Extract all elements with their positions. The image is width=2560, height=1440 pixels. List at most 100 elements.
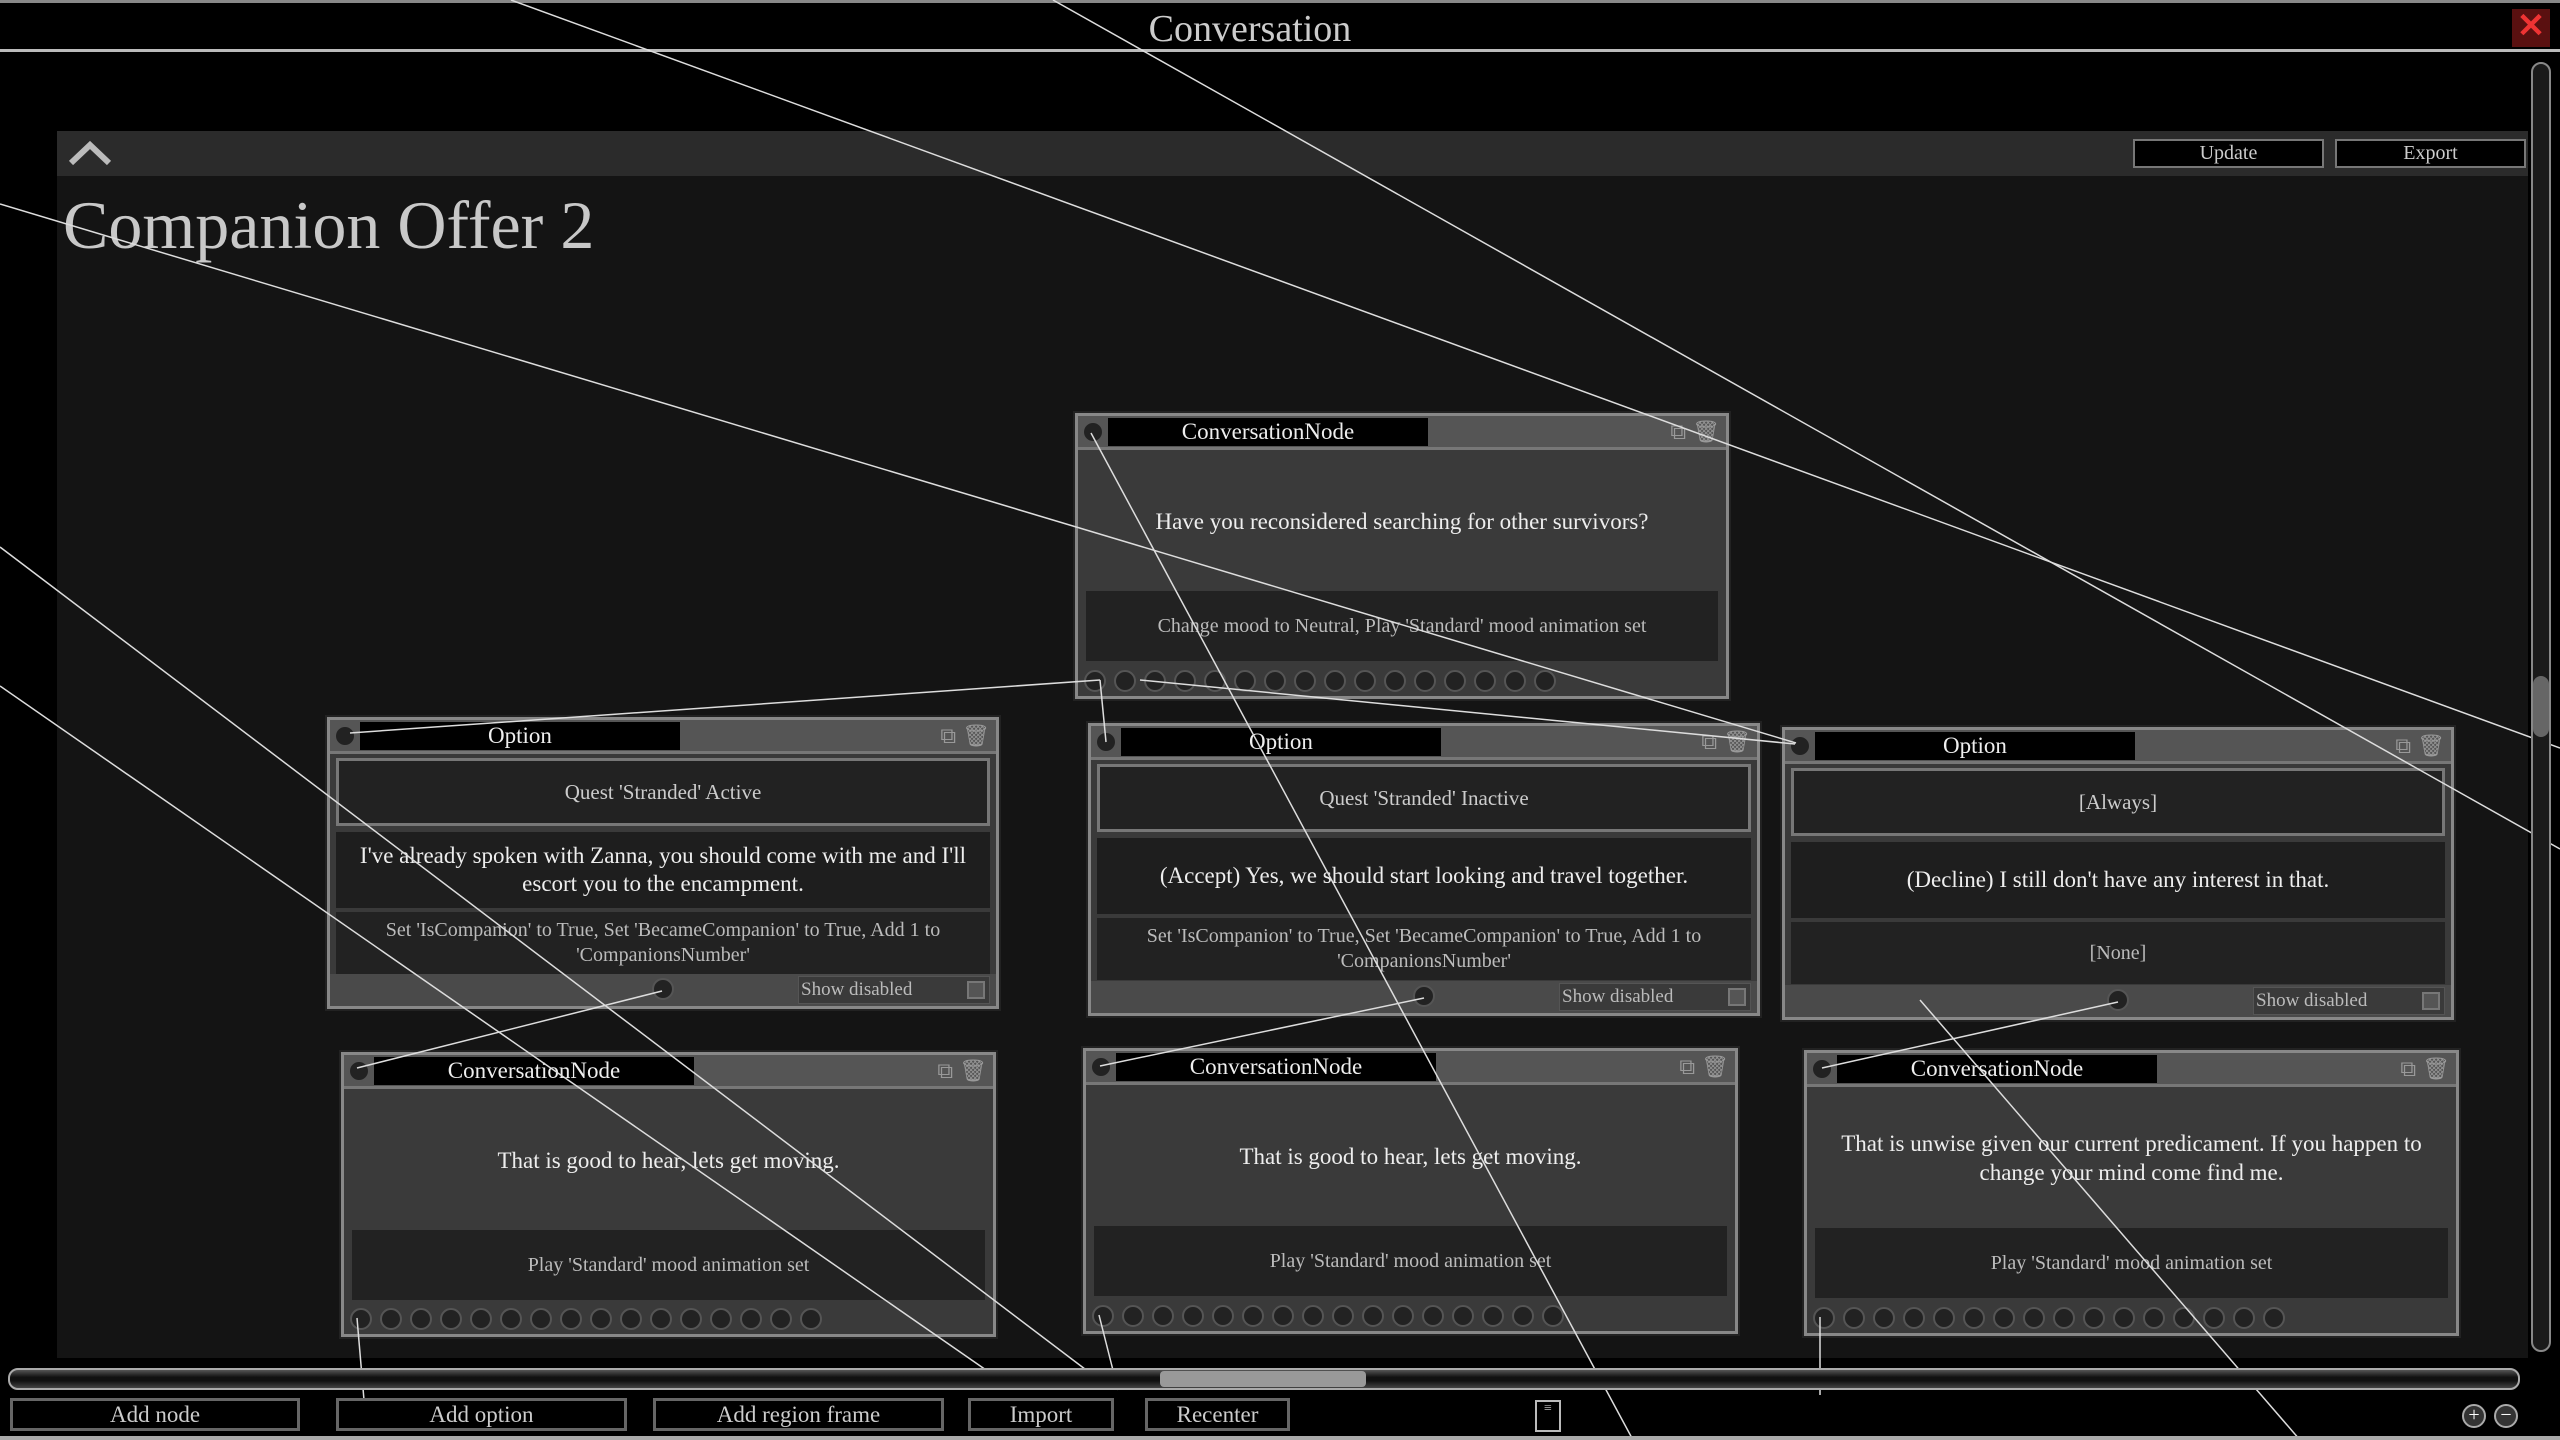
show-disabled-toggle[interactable]: Show disabled: [2253, 987, 2445, 1015]
output-connector[interactable]: [1174, 670, 1196, 692]
copy-icon[interactable]: ⧉: [2400, 1056, 2416, 1081]
trash-icon[interactable]: 🗑: [2422, 1056, 2450, 1081]
output-connector[interactable]: [1182, 1305, 1204, 1327]
copy-icon[interactable]: ⧉: [1679, 1054, 1695, 1079]
output-connector[interactable]: [1272, 1305, 1294, 1327]
copy-icon[interactable]: ⧉: [1701, 729, 1717, 754]
show-disabled-toggle[interactable]: Show disabled: [1559, 983, 1751, 1011]
horizontal-scroll-thumb[interactable]: [1160, 1371, 1366, 1387]
close-icon[interactable]: ✕: [2512, 9, 2550, 47]
add-option-button[interactable]: Add option: [336, 1398, 627, 1431]
option-condition[interactable]: Quest 'Stranded' Inactive: [1097, 764, 1751, 832]
node-effect[interactable]: Play 'Standard' mood animation set: [352, 1230, 985, 1300]
copy-icon[interactable]: ⧉: [940, 723, 956, 748]
option-effect[interactable]: [None]: [1791, 922, 2445, 984]
input-connector[interactable]: [1090, 1056, 1112, 1078]
trash-icon[interactable]: 🗑: [959, 1058, 987, 1083]
node-header[interactable]: Option⧉🗑: [1785, 730, 2451, 764]
output-connector[interactable]: [1294, 670, 1316, 692]
copy-icon[interactable]: ⧉: [2395, 733, 2411, 758]
option-node[interactable]: Option⧉🗑Quest 'Stranded' Inactive(Accept…: [1088, 723, 1760, 1016]
output-connector[interactable]: [1542, 1305, 1564, 1327]
output-connector[interactable]: [2203, 1307, 2225, 1329]
output-connector[interactable]: [1993, 1307, 2015, 1329]
horizontal-scrollbar[interactable]: [8, 1368, 2520, 1390]
output-connector[interactable]: [1512, 1305, 1534, 1327]
output-connector[interactable]: [1362, 1305, 1384, 1327]
conversation-node[interactable]: ConversationNode⧉🗑That is good to hear, …: [341, 1052, 996, 1337]
show-disabled-toggle[interactable]: Show disabled: [798, 976, 990, 1004]
output-connector[interactable]: [470, 1308, 492, 1330]
output-connector[interactable]: [1204, 670, 1226, 692]
zoom-in-button[interactable]: +: [2462, 1404, 2486, 1428]
output-connector[interactable]: [1302, 1305, 1324, 1327]
copy-icon[interactable]: ⧉: [937, 1058, 953, 1083]
input-connector[interactable]: [334, 725, 356, 747]
conversation-node[interactable]: ConversationNode⧉🗑Have you reconsidered …: [1075, 413, 1729, 699]
conversation-node[interactable]: ConversationNode⧉🗑That is unwise given o…: [1804, 1050, 2459, 1336]
input-connector[interactable]: [1811, 1058, 1833, 1080]
output-connector[interactable]: [800, 1308, 822, 1330]
option-effect[interactable]: Set 'IsCompanion' to True, Set 'BecameCo…: [336, 912, 990, 974]
output-connector[interactable]: [350, 1308, 372, 1330]
output-connector[interactable]: [500, 1308, 522, 1330]
node-text[interactable]: That is good to hear, lets get moving.: [344, 1092, 993, 1230]
node-text[interactable]: That is good to hear, lets get moving.: [1086, 1088, 1735, 1226]
output-connector[interactable]: [2233, 1307, 2255, 1329]
output-connector[interactable]: [1534, 670, 1556, 692]
import-button[interactable]: Import: [968, 1398, 1114, 1431]
show-disabled-checkbox[interactable]: [2422, 992, 2440, 1010]
option-text[interactable]: (Decline) I still don't have any interes…: [1791, 842, 2445, 918]
update-button[interactable]: Update: [2133, 139, 2324, 168]
output-connector[interactable]: [440, 1308, 462, 1330]
input-connector[interactable]: [348, 1060, 370, 1082]
output-connector[interactable]: [1843, 1307, 1865, 1329]
option-text[interactable]: I've already spoken with Zanna, you shou…: [336, 832, 990, 908]
output-connector[interactable]: [2263, 1307, 2285, 1329]
trash-icon[interactable]: 🗑: [1692, 419, 1720, 444]
output-connector[interactable]: [2023, 1307, 2045, 1329]
node-header[interactable]: ConversationNode⧉🗑: [1807, 1053, 2456, 1087]
node-header[interactable]: Option⧉🗑: [330, 720, 996, 754]
output-connector[interactable]: [560, 1308, 582, 1330]
output-connector[interactable]: [1332, 1305, 1354, 1327]
input-connector[interactable]: [1095, 731, 1117, 753]
export-button[interactable]: Export: [2335, 139, 2526, 168]
output-connector[interactable]: [2113, 1307, 2135, 1329]
output-connector[interactable]: [1092, 1305, 1114, 1327]
output-connector[interactable]: [1084, 670, 1106, 692]
node-effect[interactable]: Change mood to Neutral, Play 'Standard' …: [1086, 591, 1718, 661]
add-node-button[interactable]: Add node: [10, 1398, 300, 1431]
recenter-button[interactable]: Recenter: [1145, 1398, 1290, 1431]
node-header[interactable]: Option⧉🗑: [1091, 726, 1757, 760]
output-connector[interactable]: [1422, 1305, 1444, 1327]
output-connector[interactable]: [590, 1308, 612, 1330]
output-connector[interactable]: [1933, 1307, 1955, 1329]
output-connector[interactable]: [652, 978, 674, 1000]
output-connector[interactable]: [380, 1308, 402, 1330]
output-connector[interactable]: [1413, 985, 1435, 1007]
output-connector[interactable]: [1474, 670, 1496, 692]
output-connector[interactable]: [1264, 670, 1286, 692]
output-connector[interactable]: [680, 1308, 702, 1330]
output-connector[interactable]: [2173, 1307, 2195, 1329]
output-connector[interactable]: [650, 1308, 672, 1330]
output-connector[interactable]: [1242, 1305, 1264, 1327]
conversation-node[interactable]: ConversationNode⧉🗑That is good to hear, …: [1083, 1048, 1738, 1334]
option-condition[interactable]: [Always]: [1791, 768, 2445, 836]
output-connector[interactable]: [2107, 989, 2129, 1011]
output-connector[interactable]: [1452, 1305, 1474, 1327]
output-connector[interactable]: [620, 1308, 642, 1330]
document-icon[interactable]: ≡: [1535, 1400, 1561, 1432]
vertical-scroll-thumb[interactable]: [2533, 676, 2549, 737]
show-disabled-checkbox[interactable]: [1728, 988, 1746, 1006]
output-connector[interactable]: [1354, 670, 1376, 692]
node-text[interactable]: Have you reconsidered searching for othe…: [1078, 453, 1726, 591]
input-connector[interactable]: [1789, 735, 1811, 757]
output-connector[interactable]: [2083, 1307, 2105, 1329]
output-connector[interactable]: [1873, 1307, 1895, 1329]
output-connector[interactable]: [1482, 1305, 1504, 1327]
output-connector[interactable]: [1234, 670, 1256, 692]
output-connector[interactable]: [1903, 1307, 1925, 1329]
trash-icon[interactable]: 🗑: [1723, 729, 1751, 754]
